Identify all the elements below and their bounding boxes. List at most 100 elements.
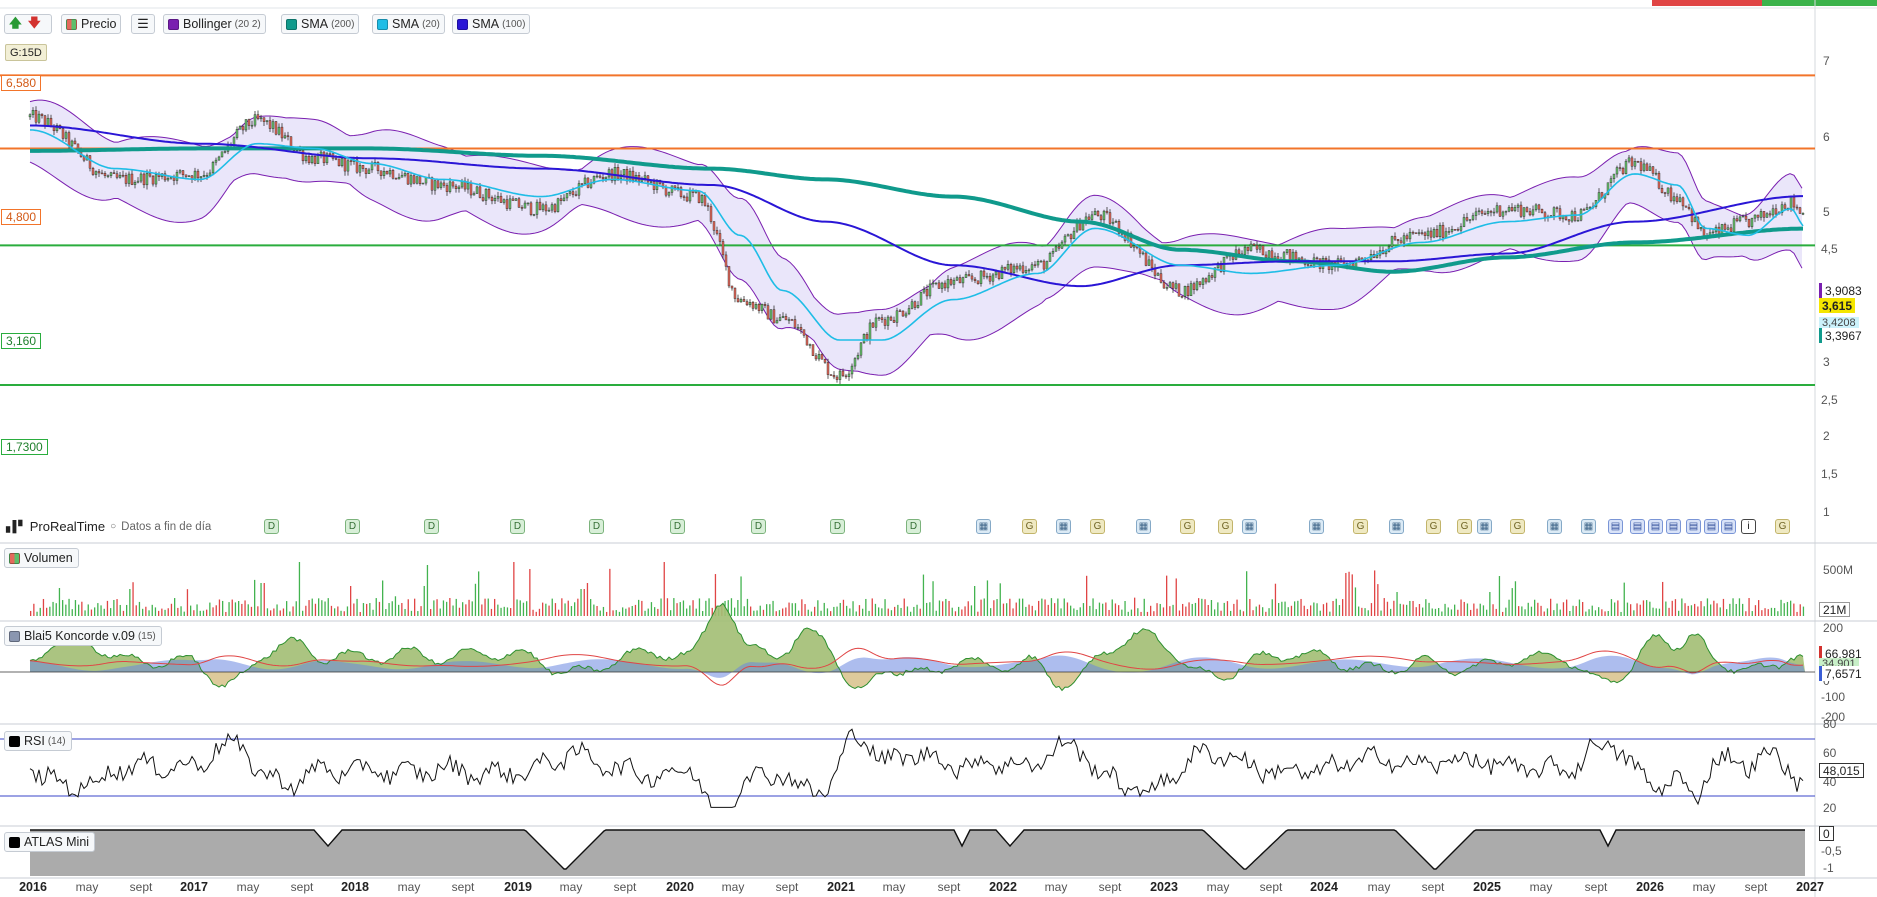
event-marker-general-icon[interactable]: G <box>1218 519 1233 534</box>
sma200-indicator-button[interactable]: SMA (200) <box>281 14 360 34</box>
event-marker-dividend-icon[interactable]: D <box>264 519 279 534</box>
event-marker-book-icon[interactable]: ▤ <box>1704 519 1719 534</box>
volume-bar <box>1191 603 1193 616</box>
rsi-tick: 60 <box>1823 746 1837 760</box>
volume-bar <box>1188 602 1190 616</box>
volume-panel-tag[interactable]: Volumen <box>4 548 79 568</box>
event-marker-book-icon[interactable]: ▤ <box>1630 519 1645 534</box>
sma100-indicator-button[interactable]: SMA (100) <box>452 14 531 34</box>
volume-bar <box>769 604 771 616</box>
candle-body <box>1645 163 1649 171</box>
volume-bar <box>564 603 566 616</box>
candle-body <box>202 175 206 177</box>
volume-bar <box>1681 598 1683 616</box>
event-marker-general-icon[interactable]: G <box>1510 519 1525 534</box>
volume-bar <box>497 604 499 616</box>
level-label-6580[interactable]: 6,580 <box>1 75 42 91</box>
level-label-1730[interactable]: 1,7300 <box>1 439 48 455</box>
candle-body <box>1729 227 1733 232</box>
event-marker-dividend-icon[interactable]: D <box>751 519 766 534</box>
candle-body <box>817 354 821 360</box>
event-marker-general-icon[interactable]: G <box>1457 519 1472 534</box>
event-marker-general-icon[interactable]: G <box>1775 519 1790 534</box>
event-marker-general-icon[interactable]: G <box>1090 519 1105 534</box>
volume-bar <box>190 605 192 616</box>
candle-body <box>841 370 845 377</box>
candle-body <box>1447 231 1451 233</box>
event-marker-dividend-icon[interactable]: D <box>424 519 439 534</box>
volume-bar <box>433 600 435 616</box>
volume-bar <box>775 611 777 616</box>
level-label-4800[interactable]: 4,800 <box>1 209 42 225</box>
timeframe-tag[interactable]: G:15D <box>5 44 47 61</box>
volume-bar <box>1095 609 1097 616</box>
volume-bar <box>1335 598 1337 616</box>
volume-bar <box>951 607 953 616</box>
koncorde-panel-tag[interactable]: Blai5 Koncorde v.09 (15) <box>4 626 162 646</box>
sma20-indicator-button[interactable]: SMA (20) <box>372 14 445 34</box>
list-menu-button[interactable]: ☰ <box>131 14 155 34</box>
price-indicator-button[interactable]: Precio <box>61 14 122 34</box>
event-marker-dividend-icon[interactable]: D <box>589 519 604 534</box>
level-label-3160[interactable]: 3,160 <box>1 333 42 349</box>
candle-body <box>559 198 563 202</box>
volume-bar <box>225 611 227 616</box>
volume-bar <box>1156 603 1158 616</box>
event-marker-calendar-icon[interactable]: ▦ <box>1547 519 1562 534</box>
candle-body <box>595 175 599 178</box>
chart-canvas[interactable] <box>0 0 1877 897</box>
candle-body <box>1024 270 1028 273</box>
event-marker-calendar-icon[interactable]: ▦ <box>976 519 991 534</box>
buy-sell-arrows-button[interactable]: 🡅 🡇 <box>4 14 52 34</box>
volume-bar <box>1738 598 1741 616</box>
candle-body <box>1324 258 1328 261</box>
event-marker-general-icon[interactable]: G <box>1180 519 1195 534</box>
event-marker-book-icon[interactable]: ▤ <box>1686 519 1701 534</box>
rsi-panel-tag[interactable]: RSI (14) <box>4 731 72 751</box>
volume-bar <box>193 610 195 616</box>
volume-bar <box>183 611 185 616</box>
atlas-panel-tag[interactable]: ATLAS Mini <box>4 832 96 852</box>
event-marker-dividend-icon[interactable]: D <box>906 519 921 534</box>
candle-body <box>118 174 122 178</box>
volume-bar <box>1786 601 1789 616</box>
volume-bar <box>202 610 205 616</box>
candle-body <box>304 155 308 162</box>
event-marker-general-icon[interactable]: G <box>1022 519 1037 534</box>
candle-body <box>1582 209 1586 211</box>
event-marker-book-icon[interactable]: ▤ <box>1666 519 1681 534</box>
event-marker-book-icon[interactable]: ▤ <box>1648 519 1663 534</box>
bollinger-indicator-button[interactable]: Bollinger (20 2) <box>163 14 266 34</box>
event-marker-calendar-icon[interactable]: ▦ <box>1477 519 1492 534</box>
event-marker-book-icon[interactable]: ▤ <box>1608 519 1623 534</box>
event-marker-calendar-icon[interactable]: ▦ <box>1309 519 1324 534</box>
event-marker-calendar-icon[interactable]: ▦ <box>1581 519 1596 534</box>
candle-body <box>328 153 332 155</box>
event-marker-general-icon[interactable]: G <box>1353 519 1368 534</box>
candle-body <box>1522 207 1526 217</box>
event-marker-dividend-icon[interactable]: D <box>670 519 685 534</box>
volume-bar <box>266 608 269 616</box>
event-marker-info-icon[interactable]: i <box>1741 519 1756 534</box>
event-marker-calendar-icon[interactable]: ▦ <box>1136 519 1151 534</box>
event-marker-calendar-icon[interactable]: ▦ <box>1389 519 1404 534</box>
volume-bar <box>593 604 595 616</box>
bollinger-last-value: 3,9083 <box>1819 283 1865 298</box>
volume-bar <box>1722 598 1725 616</box>
candle-body <box>772 309 776 324</box>
event-marker-general-icon[interactable]: G <box>1426 519 1441 534</box>
event-marker-calendar-icon[interactable]: ▦ <box>1242 519 1257 534</box>
candle-body <box>538 201 542 211</box>
event-marker-dividend-icon[interactable]: D <box>830 519 845 534</box>
candle-body <box>730 285 734 289</box>
volume-bar <box>1569 611 1571 616</box>
event-marker-book-icon[interactable]: ▤ <box>1721 519 1736 534</box>
candle-body <box>262 117 266 122</box>
candle-body <box>1237 249 1241 255</box>
price-label: Precio <box>81 17 117 31</box>
event-marker-dividend-icon[interactable]: D <box>510 519 525 534</box>
event-marker-dividend-icon[interactable]: D <box>345 519 360 534</box>
koncorde-label: Blai5 Koncorde v.09 <box>24 629 135 643</box>
event-marker-calendar-icon[interactable]: ▦ <box>1056 519 1071 534</box>
volume-bar <box>986 580 989 616</box>
